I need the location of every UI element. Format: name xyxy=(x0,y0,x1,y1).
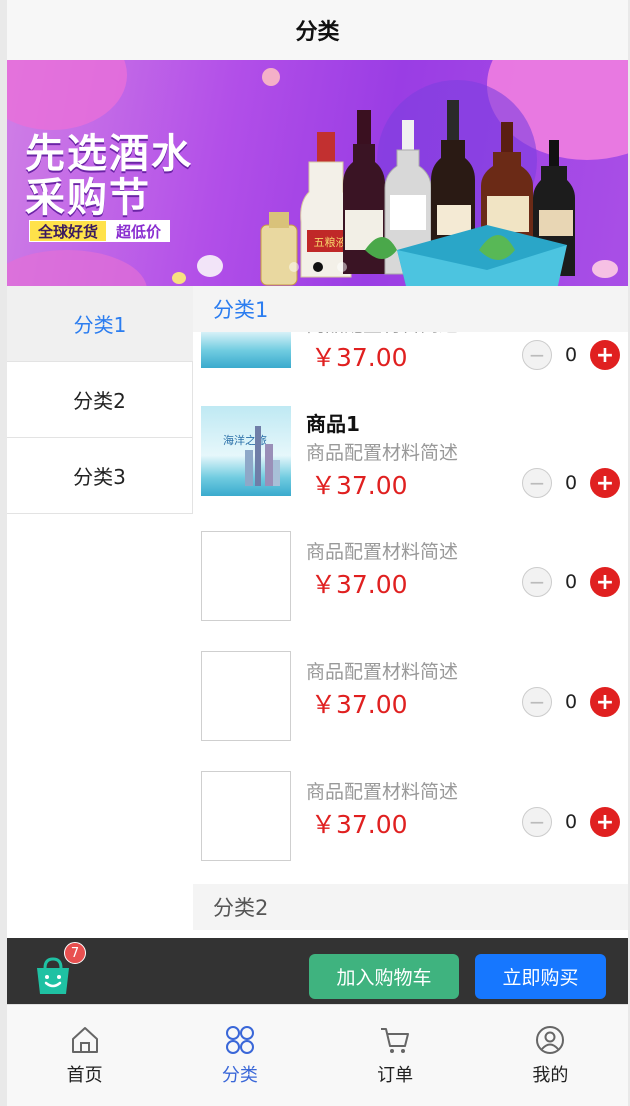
tab-profile[interactable]: 我的 xyxy=(473,1005,628,1106)
product-price: ￥37.00 xyxy=(311,810,408,839)
quantity-stepper: − 0 + xyxy=(522,687,620,717)
liquor-bottles-illustration: 五粮液 xyxy=(260,100,575,286)
quantity-value: 0 xyxy=(564,811,578,833)
decrease-button[interactable]: − xyxy=(522,687,552,717)
increase-button[interactable]: + xyxy=(590,340,620,370)
tab-orders[interactable]: 订单 xyxy=(318,1005,473,1106)
page-title: 分类 xyxy=(295,20,340,45)
product-desc: 商品配置材料简述 xyxy=(306,442,459,464)
sidebar-item-category2[interactable]: 分类2 xyxy=(7,362,193,438)
banner-tags: 全球好货 超低价 xyxy=(29,220,171,242)
profile-icon xyxy=(536,1026,565,1054)
quantity-value: 0 xyxy=(564,691,578,713)
decrease-button[interactable]: − xyxy=(522,340,552,370)
buy-now-button[interactable]: 立即购买 xyxy=(475,954,606,999)
tab-label: 首页 xyxy=(66,1065,103,1086)
category-header-2: 分类2 xyxy=(193,884,628,930)
product-desc: 商品配置材料简述 xyxy=(306,541,459,563)
product-item[interactable]: 商品配置材料简述 ￥37.00 − 0 + xyxy=(193,531,628,651)
banner-tag-global: 全球好货 xyxy=(29,220,108,242)
product-name: 商品1 xyxy=(306,412,360,436)
cart-count-badge: 7 xyxy=(64,942,86,964)
product-price: ￥37.00 xyxy=(311,690,408,719)
tab-home[interactable]: 首页 xyxy=(7,1005,162,1106)
app: 分类 先选酒水 采购节 全球好货 超低价 五粮液 分类1 分类2 分类3 分类1… xyxy=(7,0,628,1106)
promo-banner[interactable]: 先选酒水 采购节 全球好货 超低价 五粮液 xyxy=(7,60,628,286)
quantity-stepper: − 0 + xyxy=(522,567,620,597)
sidebar-item-label: 分类3 xyxy=(73,465,126,489)
quantity-value: 0 xyxy=(564,344,578,366)
category-title: 分类1 xyxy=(213,298,269,322)
bottle-label: 五粮液 xyxy=(314,235,347,249)
quantity-stepper: − 0 + xyxy=(522,468,620,498)
product-thumbnail[interactable]: 海洋之旅 xyxy=(201,406,291,496)
headline-line-1: 先选酒水 xyxy=(25,131,193,177)
cart-icon xyxy=(381,1028,410,1053)
product-desc: 商品配置材料简述 xyxy=(306,781,459,803)
decrease-button[interactable]: − xyxy=(522,468,552,498)
category-title: 分类2 xyxy=(213,896,269,920)
quantity-stepper: − 0 + xyxy=(522,340,620,370)
increase-button[interactable]: + xyxy=(590,687,620,717)
product-item[interactable]: 商品配置材料简述 ￥37.00 − 0 + xyxy=(193,771,628,891)
product-price: ￥37.00 xyxy=(311,570,408,599)
decrease-button[interactable]: − xyxy=(522,567,552,597)
decrease-button[interactable]: − xyxy=(522,807,552,837)
banner-tag-lowprice: 超低价 xyxy=(107,220,171,242)
tab-label: 订单 xyxy=(377,1065,414,1086)
banner-decor-blob xyxy=(7,60,127,130)
banner-headline: 先选酒水 采购节 xyxy=(25,132,193,220)
candy-decor xyxy=(262,68,280,86)
product-desc: 商品配置材料简述 xyxy=(306,661,459,683)
product-item[interactable]: 海洋之旅 商品1 商品配置材料简述 ￥37.00 − 0 + xyxy=(193,406,628,526)
quantity-value: 0 xyxy=(564,571,578,593)
product-price: ￥37.00 xyxy=(311,343,408,372)
banner-dot[interactable] xyxy=(336,262,347,272)
sidebar-item-category3[interactable]: 分类3 xyxy=(7,438,193,514)
sidebar-item-label: 分类1 xyxy=(73,313,127,337)
product-thumbnail[interactable] xyxy=(201,531,291,621)
product-thumbnail[interactable] xyxy=(201,771,291,861)
sidebar-item-category1[interactable]: 分类1 xyxy=(7,286,193,362)
increase-button[interactable]: + xyxy=(590,468,620,498)
increase-button[interactable]: + xyxy=(590,807,620,837)
banner-pagination[interactable] xyxy=(7,262,628,272)
cart-bar: 7 加入购物车 立即购买 xyxy=(7,938,628,1004)
sidebar-item-label: 分类2 xyxy=(73,389,126,413)
tab-label: 分类 xyxy=(221,1065,258,1086)
product-price: ￥37.00 xyxy=(311,471,408,500)
bottom-tab-bar: 首页 分类 订单 我的 xyxy=(7,1004,628,1106)
product-list-panel[interactable]: 分类1 商品配置材料简述 ￥37.00 − 0 + 海洋之旅 xyxy=(193,286,628,938)
category-header-1: 分类1 xyxy=(193,286,628,332)
tab-category[interactable]: 分类 xyxy=(162,1005,317,1106)
city-skyline-illustration xyxy=(245,426,280,486)
candy-decor xyxy=(172,272,186,284)
category-icon xyxy=(225,1026,254,1054)
product-thumbnail[interactable] xyxy=(201,651,291,741)
category-sidebar: 分类1 分类2 分类3 xyxy=(7,286,193,514)
top-bar: 分类 xyxy=(7,0,628,60)
add-to-cart-button[interactable]: 加入购物车 xyxy=(309,954,459,999)
tab-label: 我的 xyxy=(532,1065,569,1086)
increase-button[interactable]: + xyxy=(590,567,620,597)
headline-line-2: 采购节 xyxy=(25,175,151,221)
product-item[interactable]: 商品配置材料简述 ￥37.00 − 0 + xyxy=(193,651,628,771)
shopping-bag-icon[interactable] xyxy=(33,956,73,996)
quantity-stepper: − 0 + xyxy=(522,807,620,837)
quantity-value: 0 xyxy=(564,472,578,494)
banner-dot[interactable] xyxy=(288,262,299,272)
banner-dot-active[interactable] xyxy=(312,262,323,272)
home-icon xyxy=(71,1027,98,1053)
